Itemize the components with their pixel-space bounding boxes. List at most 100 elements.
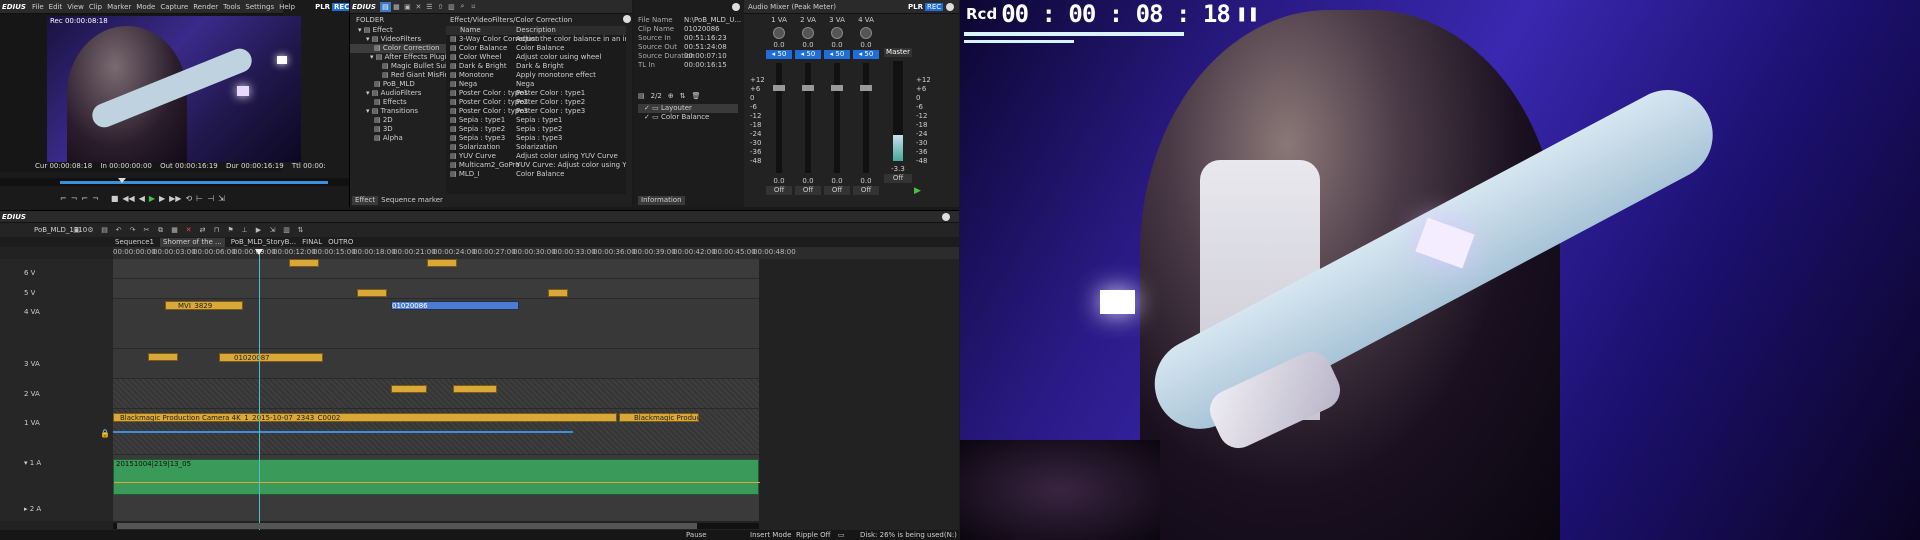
settings-icon[interactable]: ⚙ xyxy=(85,225,96,235)
snap-icon[interactable]: ⊓ xyxy=(211,225,222,235)
mixer-rec[interactable]: REC xyxy=(924,2,944,11)
track-header-2a[interactable]: ▸ 2 A xyxy=(24,505,41,514)
channel-fader[interactable] xyxy=(831,63,843,173)
fast-forward-icon[interactable]: ▶▶ xyxy=(169,194,181,203)
clip[interactable] xyxy=(427,259,457,267)
tree-item-pob-mld[interactable]: ▤ PoB_MLD xyxy=(350,80,446,89)
overwrite-icon[interactable]: ⊣ xyxy=(207,194,214,203)
channel-mode[interactable]: Off xyxy=(824,186,850,195)
effect-row[interactable]: ▤ Multicam2_GoPro YUV Curve: Adjust color… xyxy=(446,161,626,170)
effect-row[interactable]: ▤ Poster Color : type3 Poster Color : typ… xyxy=(446,107,626,116)
track-header-2va[interactable]: 2 VA xyxy=(24,390,40,399)
tree-item-red-giant[interactable]: ▤ Red Giant MisFire xyxy=(350,71,446,80)
clip[interactable] xyxy=(357,289,387,297)
layer-folder-icon[interactable]: ▤ xyxy=(638,92,645,101)
track-header-5v[interactable]: 5 V xyxy=(24,289,35,298)
split-icon[interactable]: ⊥ xyxy=(239,225,250,235)
clear-out-icon[interactable]: ¬ xyxy=(92,194,99,203)
menu-edit[interactable]: Edit xyxy=(49,3,63,11)
properties-icon[interactable]: ☰ xyxy=(424,2,435,12)
rewind-icon[interactable]: ◀◀ xyxy=(122,194,134,203)
pan-knob[interactable] xyxy=(773,27,785,39)
master-mode[interactable]: Off xyxy=(884,174,912,183)
grid-view-icon[interactable]: ▦ xyxy=(391,2,402,12)
undo-icon[interactable]: ↶ xyxy=(113,225,124,235)
tree-item-magic-bullet[interactable]: ▤ Magic Bullet Suite xyxy=(350,62,446,71)
step-back-icon[interactable]: ◀ xyxy=(139,194,145,203)
cut-icon[interactable]: ✂ xyxy=(141,225,152,235)
channel-mode[interactable]: Off xyxy=(766,186,792,195)
status-ripple[interactable]: Ripple Off xyxy=(796,531,838,540)
effect-row[interactable]: ▤ Nega Nega xyxy=(446,80,626,89)
apply-icon[interactable]: ▥ xyxy=(446,2,457,12)
track-header-4va[interactable]: 4 VA xyxy=(24,308,40,317)
layer-move-icon[interactable]: ⇅ xyxy=(680,92,686,101)
clip-blackmagic-2[interactable]: Blackmagic Product... xyxy=(619,413,699,422)
playhead[interactable] xyxy=(259,251,260,531)
folder-view-icon[interactable]: ▤ xyxy=(379,1,391,12)
view-icon[interactable]: ▥ xyxy=(281,225,292,235)
clip-01020086[interactable]: 01020086 xyxy=(391,301,519,310)
tab-information[interactable]: Information xyxy=(638,196,685,205)
track-header-6v[interactable]: 6 V xyxy=(24,269,35,278)
palette-close-icon[interactable] xyxy=(623,15,631,23)
tree-item-effect[interactable]: ▾ ▤ Effect xyxy=(350,26,446,35)
track-header-3va[interactable]: 3 VA xyxy=(24,360,40,369)
pan-knob[interactable] xyxy=(860,27,872,39)
effect-row[interactable]: ▤ Solarization Solarization xyxy=(446,143,626,152)
effect-row[interactable]: ▤ Poster Color : type2 Poster Color : typ… xyxy=(446,98,626,107)
mark-out-icon[interactable]: ¬ xyxy=(71,194,78,203)
menu-settings[interactable]: Settings xyxy=(245,3,274,11)
info-close-icon[interactable] xyxy=(732,3,740,11)
play-icon[interactable]: ▶ xyxy=(149,194,155,203)
marker-icon[interactable]: ⚑ xyxy=(225,225,236,235)
channel-fader[interactable] xyxy=(860,63,872,173)
scrubber-handle[interactable] xyxy=(118,178,126,183)
timeline-ruler[interactable]: 00:00:00:00 00:00:03:00 00:00:06:00 00:00:0… xyxy=(113,247,959,259)
paste-icon[interactable]: ▦ xyxy=(169,225,180,235)
channel-mode[interactable]: Off xyxy=(853,186,879,195)
status-insert-mode[interactable]: Insert Mode xyxy=(750,531,796,540)
channel-select[interactable]: ◂ 50 xyxy=(795,50,821,59)
up-icon[interactable]: ⇧ xyxy=(435,2,446,12)
layer-item-color-balance[interactable]: ✓ ▭ Color Balance xyxy=(638,113,738,122)
menu-tools[interactable]: Tools xyxy=(223,3,240,11)
menu-render[interactable]: Render xyxy=(193,3,218,11)
effect-row[interactable]: ▤ Color Balance Color Balance xyxy=(446,44,626,53)
channel-mode[interactable]: Off xyxy=(795,186,821,195)
delete-icon[interactable]: ✕ xyxy=(413,2,424,12)
channel-select[interactable]: ◂ 50 xyxy=(824,50,850,59)
tab-outro[interactable]: OUTRO xyxy=(328,238,353,247)
effect-row[interactable]: ▤ Dark & Bright Dark & Bright xyxy=(446,62,626,71)
effect-row[interactable]: ▤ Poster Color : type1 Poster Color : typ… xyxy=(446,89,626,98)
track-header-1va[interactable]: 1 VA xyxy=(24,419,40,428)
clip-blackmagic-1[interactable]: Blackmagic Production Camera 4K_1_2015-1… xyxy=(113,413,617,422)
menu-marker[interactable]: Marker xyxy=(107,3,131,11)
clip[interactable] xyxy=(391,385,427,393)
tab-storyboard[interactable]: PoB_MLD_StoryB... xyxy=(231,238,296,247)
menu-help[interactable]: Help xyxy=(279,3,295,11)
tree-item-effects[interactable]: ▤ Effects xyxy=(350,98,446,107)
insert-icon[interactable]: ⊢ xyxy=(196,194,203,203)
delete-clip-icon[interactable]: ✕ xyxy=(183,225,194,235)
mixer-play-icon[interactable]: ▶ xyxy=(914,186,921,196)
tree-item-color-correction[interactable]: ▤ Color Correction xyxy=(350,44,446,53)
effect-row[interactable]: ▤ Monotone Apply monotone effect xyxy=(446,71,626,80)
layer-item-layouter[interactable]: ✓ ▭ Layouter xyxy=(638,104,738,113)
mixer-close-icon[interactable] xyxy=(946,2,955,11)
tree-item-after-effects[interactable]: ▾ ▤ After Effects Plugin xyxy=(350,53,446,62)
tree-item-3d[interactable]: ▤ 3D xyxy=(350,125,446,134)
sync-icon[interactable]: ⇅ xyxy=(295,225,306,235)
step-forward-icon[interactable]: ▶ xyxy=(159,194,165,203)
timeline-close-icon[interactable] xyxy=(942,212,950,221)
clip[interactable] xyxy=(548,289,568,297)
audio-clip[interactable]: 20151004|219|13_05 xyxy=(113,459,760,495)
pan-knob[interactable] xyxy=(831,27,843,39)
clip[interactable] xyxy=(289,259,319,267)
playhead-handle[interactable] xyxy=(255,249,263,255)
export-icon[interactable]: ⇲ xyxy=(218,194,225,203)
tab-sequence1[interactable]: Sequence1 xyxy=(115,238,154,247)
tree-item-videofilters[interactable]: ▾ ▤ VideoFilters xyxy=(350,35,446,44)
search-icon[interactable]: ⌕ xyxy=(457,2,468,12)
channel-fader[interactable] xyxy=(773,63,785,173)
